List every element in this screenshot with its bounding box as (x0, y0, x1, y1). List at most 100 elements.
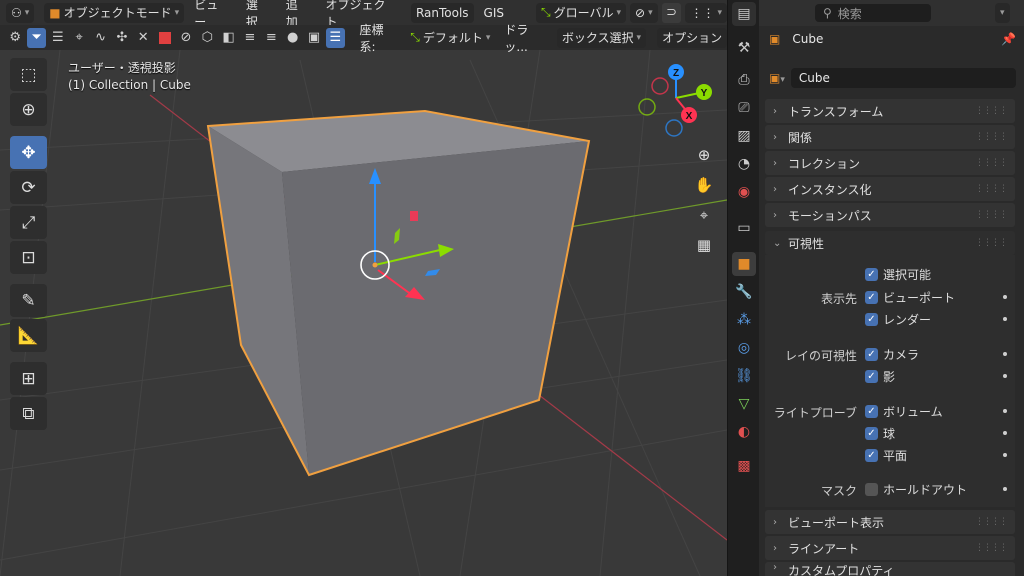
holdout-checkbox[interactable]: ホールドアウト (865, 480, 967, 498)
drag-handle-icon[interactable]: ⋮⋮⋮⋮ (975, 106, 1008, 116)
material-color-icon[interactable] (155, 28, 173, 48)
drag-handle-icon[interactable]: ⋮⋮⋮⋮ (975, 517, 1008, 527)
constraints-tab-icon[interactable]: ⛓ (732, 364, 756, 388)
sphere-icon[interactable]: ● (283, 28, 301, 48)
object-data-icon[interactable]: ▣▾ (769, 71, 785, 85)
material-tab-icon[interactable]: ◐ (732, 420, 756, 444)
panel-instancing[interactable]: › インスタンス化 ⋮⋮⋮⋮ (765, 177, 1015, 201)
drag-handle-icon[interactable]: ⋮⋮⋮⋮ (975, 132, 1008, 142)
drag-handle-icon[interactable]: ⋮⋮⋮⋮ (975, 184, 1008, 194)
drag-handle-icon[interactable]: ⋮⋮⋮⋮ (975, 238, 1008, 248)
ray-camera-checkbox[interactable]: ✓ カメラ (865, 345, 919, 363)
panel-visibility[interactable]: ⌄ 可視性 ⋮⋮⋮⋮ (765, 231, 1015, 255)
annotate-icon[interactable]: ✎ (10, 284, 47, 317)
mode-dropdown[interactable]: ■ オブジェクトモード ▾ (44, 2, 185, 23)
view-layer-tab-icon[interactable]: ▨ (732, 124, 756, 148)
snap-toggle-icon[interactable]: ⊃ (661, 2, 682, 23)
scale-icon[interactable]: ⤢ (10, 206, 47, 239)
cursor-icon[interactable]: ⊕ (10, 93, 47, 126)
probe-volume-checkbox[interactable]: ✓ ボリューム (865, 402, 943, 420)
drag-handle-icon[interactable]: ⋮⋮⋮⋮ (975, 543, 1008, 553)
transform-icon[interactable]: ⊡ (10, 241, 47, 274)
options-dropdown[interactable]: オプション (657, 27, 727, 48)
curve-icon[interactable]: ∿ (91, 28, 109, 48)
list-icon[interactable]: ☰ (49, 28, 67, 48)
no-filter-icon[interactable]: ⊘ (177, 28, 195, 48)
select-mode-dropdown[interactable]: ボックス選択 ▾ (556, 27, 647, 48)
drag-handle-icon[interactable]: ⋮⋮⋮⋮ (975, 158, 1008, 168)
keyframe-dot-icon[interactable] (1003, 453, 1007, 457)
keyframe-dot-icon[interactable] (1003, 295, 1007, 299)
pan-hand-icon[interactable]: ✋ (691, 172, 717, 198)
show-render-checkbox[interactable]: ✓ レンダー (865, 310, 931, 328)
cube-mesh[interactable] (206, 109, 591, 477)
duplicate-icon[interactable]: ⧉ (10, 397, 47, 430)
panel-relations[interactable]: › 関係 ⋮⋮⋮⋮ (765, 125, 1015, 149)
object-tab-icon[interactable]: ■ (732, 252, 756, 276)
coord-dropdown[interactable]: ⤡ デフォルト ▾ (405, 28, 495, 48)
texture-tab-icon[interactable]: ▩ (732, 454, 756, 478)
keyframe-dot-icon[interactable] (1003, 374, 1007, 378)
render-tab-icon[interactable]: ⎙ (732, 68, 756, 92)
collection-tab-icon[interactable]: ▭ (732, 216, 756, 240)
physics-tab-icon[interactable]: ◎ (732, 336, 756, 360)
keyframe-dot-icon[interactable] (1003, 352, 1007, 356)
modifier-icon[interactable]: ⬡ (198, 28, 216, 48)
transform-orientation-dropdown[interactable]: ⤡ グローバル ▾ (536, 2, 627, 23)
search-input[interactable]: ⚲ 検索 (815, 4, 931, 22)
navigation-gizmo[interactable]: Z Y X (634, 60, 724, 140)
probe-plane-checkbox[interactable]: ✓ 平面 (865, 446, 907, 464)
keyframe-dot-icon[interactable] (1003, 487, 1007, 491)
add-cube-icon[interactable]: ⊞ (10, 362, 47, 395)
editor-type-props-icon[interactable]: ▤ (732, 2, 756, 26)
zoom-icon[interactable]: ⊕ (691, 142, 717, 168)
editor-type-button[interactable]: ⚇ ▾ (6, 2, 35, 23)
pivot-dropdown[interactable]: ⊘ ▾ (630, 2, 658, 23)
keyframe-dot-icon[interactable] (1003, 431, 1007, 435)
camera-icon[interactable]: ⌖ (70, 28, 88, 48)
object-name-field[interactable]: Cube (790, 68, 1016, 88)
panel-motion-paths[interactable]: › モーションパス ⋮⋮⋮⋮ (765, 203, 1015, 227)
select-box-icon[interactable]: ⬚ (10, 58, 47, 91)
modifier-tab-icon[interactable]: 🔧 (732, 280, 756, 304)
measure-icon[interactable]: 📐 (10, 319, 47, 352)
output-tab-icon[interactable]: ⎚ (732, 96, 756, 120)
panel-custom-properties[interactable]: › カスタムプロパティ (765, 562, 1015, 576)
tool-tab-icon[interactable]: ⚒ (732, 36, 756, 60)
world-tab-icon[interactable]: ◉ (732, 180, 756, 204)
scene-tab-icon[interactable]: ◔ (732, 152, 756, 176)
panel-line-art[interactable]: › ラインアート ⋮⋮⋮⋮ (765, 536, 1015, 560)
image-icon[interactable]: ▣ (305, 28, 323, 48)
move-icon[interactable]: ✥ (10, 136, 47, 169)
3d-viewport[interactable]: ⚇ ▾ ■ オブジェクトモード ▾ ビュー 選択 追加 オブジェクト RanToo… (0, 0, 727, 576)
drag-handle-icon[interactable]: ⋮⋮⋮⋮ (975, 210, 1008, 220)
panel-collections[interactable]: › コレクション ⋮⋮⋮⋮ (765, 151, 1015, 175)
camera-view-icon[interactable]: ⌖ (691, 202, 717, 228)
pin-icon[interactable]: 📌 (1001, 32, 1016, 46)
keyframe-dot-icon[interactable] (1003, 409, 1007, 413)
overlay-icon[interactable]: ◧ (219, 28, 237, 48)
lines-icon[interactable]: ≡ (241, 28, 259, 48)
ray-shadow-checkbox[interactable]: ✓ 影 (865, 367, 895, 385)
armature-icon[interactable]: ✣ (113, 28, 131, 48)
lines-alt-icon[interactable]: ≡ (262, 28, 280, 48)
selectable-checkbox[interactable]: ✓ 選択可能 (865, 265, 931, 283)
particles-tab-icon[interactable]: ⁂ (732, 308, 756, 332)
rantools-button[interactable]: RanTools (410, 2, 474, 23)
props-options-dropdown[interactable]: ▾ (995, 3, 1010, 23)
menu-lines-icon[interactable]: ☰ (326, 27, 345, 48)
lattice-icon[interactable]: ✕ (134, 28, 152, 48)
panel-viewport-display[interactable]: › ビューポート表示 ⋮⋮⋮⋮ (765, 510, 1015, 534)
properties-tabs: ▤ ⚒ ⎙ ⎚ ▨ ◔ ◉ ▭ ■ 🔧 ⁂ ◎ ⛓ ▽ ◐ ▩ (727, 0, 759, 576)
rotate-icon[interactable]: ⟳ (10, 171, 47, 204)
probe-sphere-checkbox[interactable]: ✓ 球 (865, 424, 895, 442)
panel-transform[interactable]: › トランスフォーム ⋮⋮⋮⋮ (765, 99, 1015, 123)
keyframe-dot-icon[interactable] (1003, 317, 1007, 321)
filter-icon[interactable]: ⏷ (27, 27, 46, 48)
ortho-grid-icon[interactable]: ▦ (691, 232, 717, 258)
menu-gis[interactable]: GIS (478, 6, 510, 20)
snap-target-dropdown[interactable]: ⋮⋮ ▾ (685, 2, 727, 23)
show-viewport-checkbox[interactable]: ✓ ビューポート (865, 288, 955, 306)
data-tab-icon[interactable]: ▽ (732, 392, 756, 416)
gear-icon[interactable]: ⚙ (6, 28, 24, 48)
